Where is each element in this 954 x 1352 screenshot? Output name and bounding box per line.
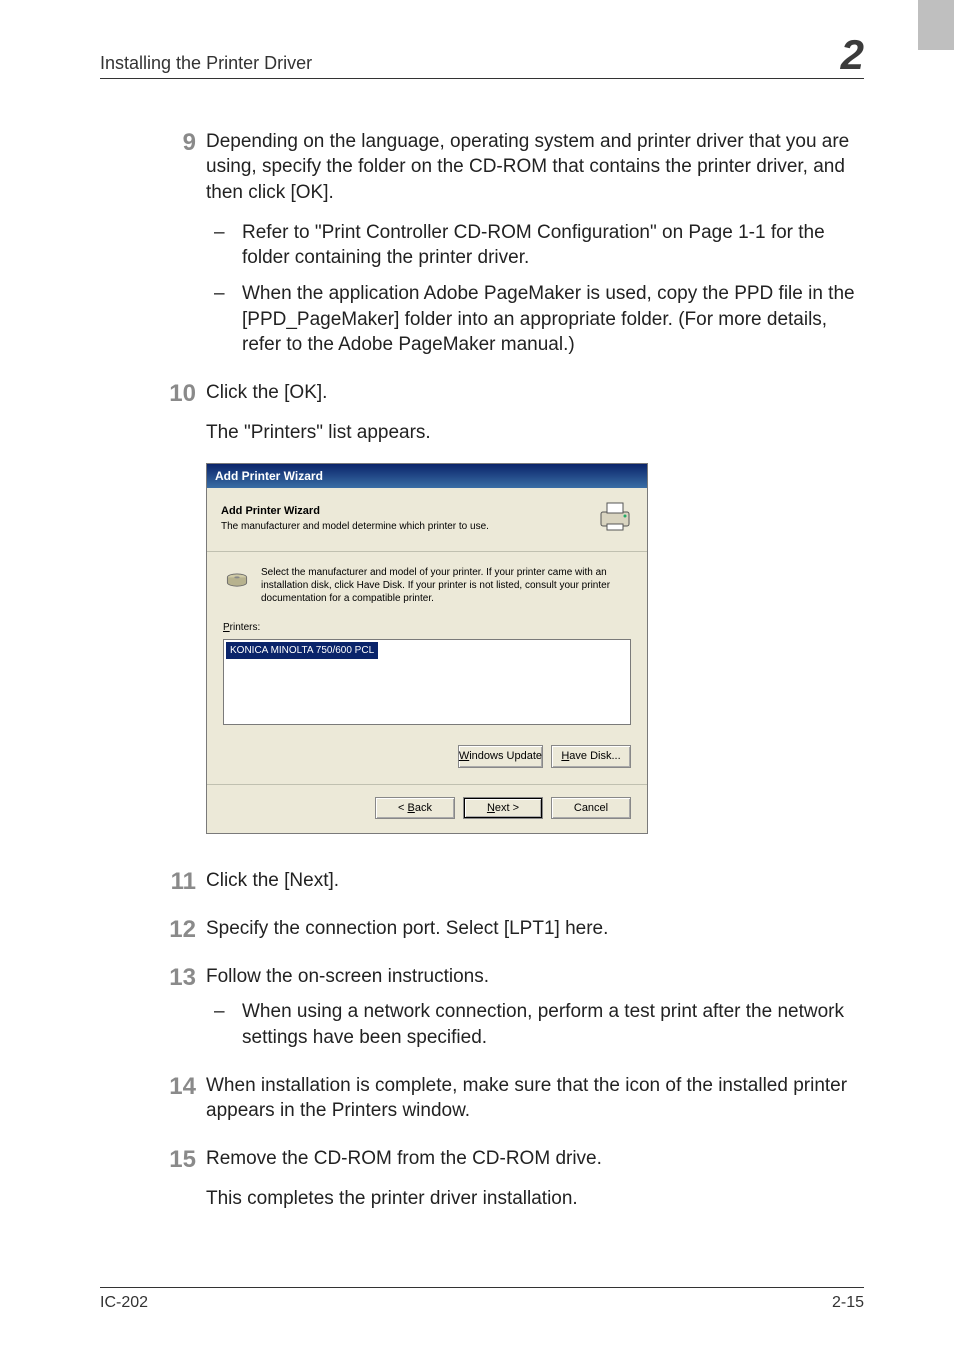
footer-left: IC-202 xyxy=(100,1294,148,1312)
step-text: This completes the printer driver instal… xyxy=(206,1186,864,1212)
add-printer-wizard-screenshot: Add Printer Wizard Add Printer Wizard Th… xyxy=(206,463,864,834)
page-header: Installing the Printer Driver 2 xyxy=(100,36,864,79)
step-text: The "Printers" list appears. xyxy=(206,420,864,446)
step-text: Click the [Next]. xyxy=(206,868,864,894)
step-text: Specify the connection port. Select [LPT… xyxy=(206,916,864,942)
step-number: 13 xyxy=(156,962,196,994)
step-subitem: Refer to "Print Controller CD-ROM Config… xyxy=(242,220,864,271)
page-footer: IC-202 2-15 xyxy=(100,1287,864,1312)
dialog-title-text: Add Printer Wizard xyxy=(215,468,323,484)
printers-selected-item[interactable]: KONICA MINOLTA 750/600 PCL xyxy=(226,642,378,660)
printers-listbox[interactable]: KONICA MINOLTA 750/600 PCL xyxy=(223,639,631,725)
dialog-header-bold: Add Printer Wizard xyxy=(221,505,320,517)
step-9: 9 Depending on the language, operating s… xyxy=(206,129,864,358)
step-number: 14 xyxy=(156,1071,196,1103)
section-title: Installing the Printer Driver xyxy=(100,53,312,74)
step-15: 15 Remove the CD-ROM from the CD-ROM dri… xyxy=(206,1146,864,1211)
dialog-header-text: Add Printer Wizard The manufacturer and … xyxy=(221,504,489,534)
step-number: 9 xyxy=(156,127,196,159)
chapter-number: 2 xyxy=(841,36,864,74)
footer-right: 2-15 xyxy=(832,1294,864,1312)
step-text: Depending on the language, operating sys… xyxy=(206,129,864,206)
dialog-info-text: Select the manufacturer and model of you… xyxy=(261,566,631,605)
step-12: 12 Specify the connection port. Select [… xyxy=(206,916,864,942)
body-area: 9 Depending on the language, operating s… xyxy=(100,129,864,1211)
next-button[interactable]: Next > xyxy=(463,797,543,820)
step-number: 11 xyxy=(156,866,196,898)
step-number: 12 xyxy=(156,914,196,946)
step-11: 11 Click the [Next]. xyxy=(206,868,864,894)
windows-update-button[interactable]: Windows Update xyxy=(458,745,543,768)
step-subitem: When using a network connection, perform… xyxy=(242,999,864,1050)
step-text: Click the [OK]. xyxy=(206,380,864,406)
printer-icon xyxy=(597,498,633,539)
step-number: 15 xyxy=(156,1144,196,1176)
step-text: Remove the CD-ROM from the CD-ROM drive. xyxy=(206,1146,864,1172)
dialog-header-sub: The manufacturer and model determine whi… xyxy=(221,520,489,534)
corner-notch xyxy=(918,0,954,50)
step-13: 13 Follow the on-screen instructions. Wh… xyxy=(206,964,864,1051)
back-button[interactable]: < Back xyxy=(375,797,455,820)
dialog-titlebar: Add Printer Wizard xyxy=(207,464,647,488)
step-subitem: When the application Adobe PageMaker is … xyxy=(242,281,864,358)
add-printer-wizard-dialog: Add Printer Wizard Add Printer Wizard Th… xyxy=(206,463,648,834)
have-disk-button[interactable]: Have Disk... xyxy=(551,745,631,768)
step-14: 14 When installation is complete, make s… xyxy=(206,1073,864,1124)
printers-label: Printers: xyxy=(223,622,260,633)
step-text: Follow the on-screen instructions. xyxy=(206,964,864,990)
disk-icon xyxy=(223,566,251,605)
step-number: 10 xyxy=(156,378,196,410)
step-text: When installation is complete, make sure… xyxy=(206,1073,864,1124)
step-10: 10 Click the [OK]. The "Printers" list a… xyxy=(206,380,864,835)
cancel-button[interactable]: Cancel xyxy=(551,797,631,820)
